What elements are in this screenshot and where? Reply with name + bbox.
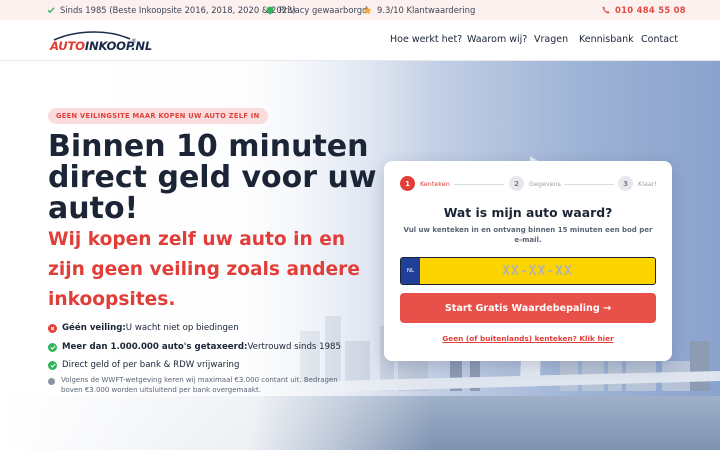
phone-number: 010 484 55 08 [615,5,686,15]
nav-waarom-wij[interactable]: Waarom wij? [467,34,527,45]
plate-country-code: NL [401,258,420,284]
nav-kennisbank[interactable]: Kennisbank [579,34,634,45]
info-icon [48,378,55,385]
wwft-note: Volgens de WWFT-wetgeving keren wij maxi… [48,375,348,395]
feature-direct-money: Direct geld of per bank & RDW vrijwaring [48,360,239,370]
since-info: Sinds 1985 (Beste Inkoopsite 2016, 2018,… [47,0,296,20]
hero-badge: GEEN VEILINGSITE MAAR KOPEN UW AUTO ZELF… [48,108,268,124]
no-plate-link[interactable]: Geen (of buitenlands) kenteken? Klik hie… [384,334,672,343]
hero-title: Binnen 10 minuten direct geld voor uw au… [48,129,377,226]
feature-cars-valued: Meer dan 1.000.000 auto's getaxeerd: Ver… [48,342,341,352]
shield-icon [266,6,274,14]
nav-contact[interactable]: Contact [641,34,678,45]
license-plate-input[interactable] [420,258,655,284]
since-text: Sinds 1985 (Beste Inkoopsite 2016, 2018,… [60,5,296,15]
nav-vragen[interactable]: Vragen [534,34,568,45]
check-circle-icon [48,342,57,352]
privacy-info: Privacy gewaarborgd [266,0,367,20]
step-klaar: 3 Klaar! [618,176,657,191]
close-circle-icon [48,323,57,333]
registered-mark: ® [131,38,137,45]
step-kenteken: 1 Kenteken [400,176,450,191]
step-divider [564,184,614,185]
nav-hoe-werkt-het[interactable]: Hoe werkt het? [390,34,462,45]
card-subtitle: Vul uw kenteken in en ontvang binnen 15 … [403,226,653,244]
step-gegevens: 2 Gegevens [509,176,561,191]
rating-info: 9.3/10 Klantwaardering [363,0,475,20]
star-icon [363,5,372,14]
check-icon [47,7,55,14]
rating-text: 9.3/10 Klantwaardering [377,5,476,15]
card-title: Wat is mijn auto waard? [443,205,613,220]
top-info-bar: Sinds 1985 (Beste Inkoopsite 2016, 2018,… [0,0,720,20]
phone-icon [602,6,610,14]
site-logo[interactable]: AUTOINKOOP.NL ® [50,30,152,56]
phone-link[interactable]: 010 484 55 08 [602,0,686,20]
valuation-card: 1 Kenteken 2 Gegevens 3 Klaar! Wat is mi… [384,161,672,361]
step-divider [454,184,504,185]
wwft-note-text: Volgens de WWFT-wetgeving keren wij maxi… [61,376,338,394]
feature-no-auction: Géén veiling: U wacht niet op biedingen [48,323,239,333]
check-circle-icon [48,360,57,370]
privacy-text: Privacy gewaarborgd [279,5,368,15]
hero-subtitle: Wij kopen zelf uw auto in en zijn geen v… [48,229,360,310]
license-plate-field: NL [400,257,656,285]
start-valuation-button[interactable]: Start Gratis Waardebepaling → [400,293,656,323]
hero-section: GEEN VEILINGSITE MAAR KOPEN UW AUTO ZELF… [0,61,720,450]
